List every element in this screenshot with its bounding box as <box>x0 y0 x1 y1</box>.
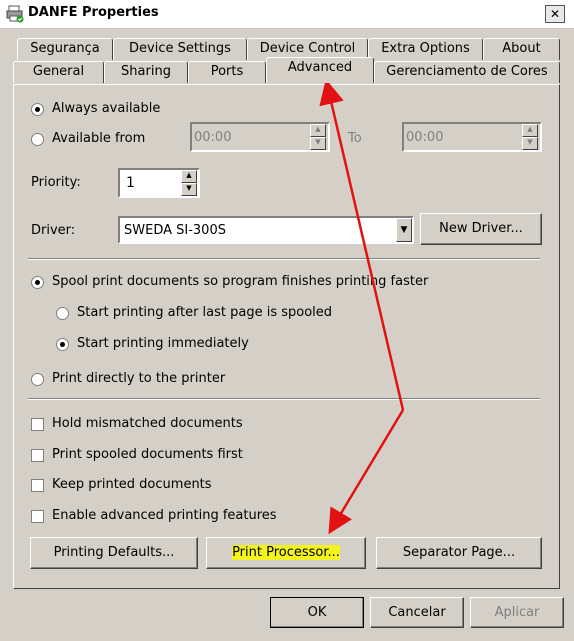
annotation-arrows <box>319 79 405 535</box>
arrow-to-advanced-tab <box>319 79 405 411</box>
arrow-to-print-processor <box>328 409 405 535</box>
tab-advanced[interactable]: Advanced <box>266 57 374 83</box>
